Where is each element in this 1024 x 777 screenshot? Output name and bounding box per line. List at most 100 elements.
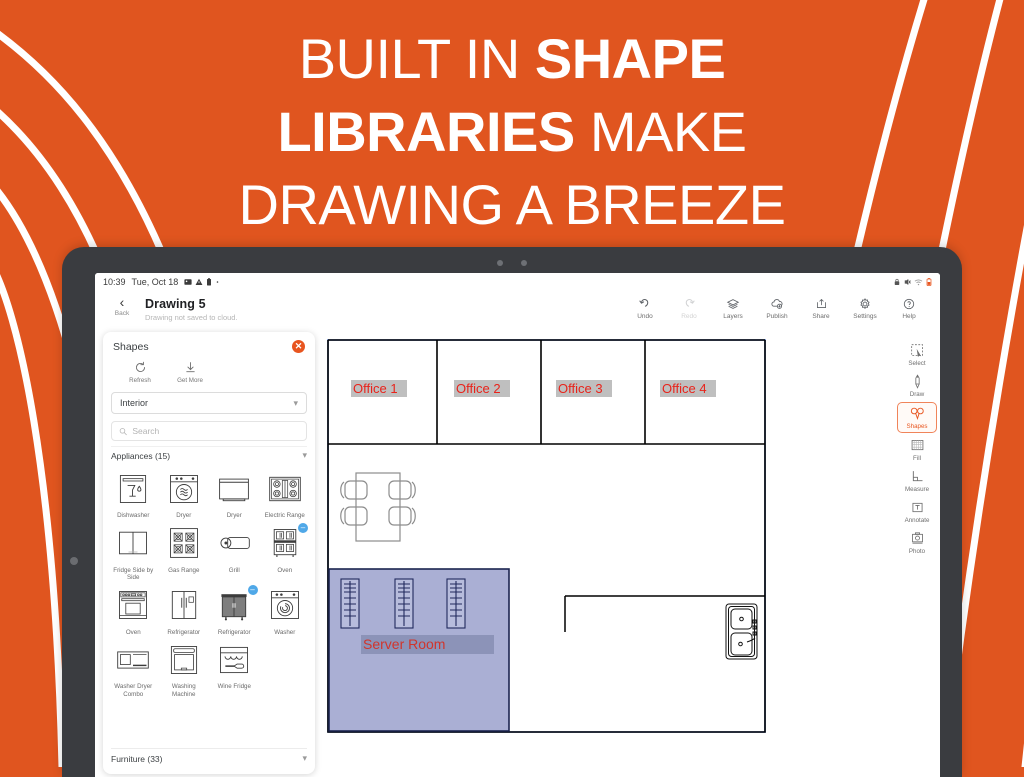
shape-item-grill[interactable]: Grill	[210, 521, 259, 582]
category-furniture[interactable]: Furniture (33) ▾	[111, 748, 307, 768]
shapes-panel-title: Shapes	[113, 340, 149, 353]
get-more-button[interactable]: Get More	[167, 361, 213, 384]
shape-item-dishwasher[interactable]: Dishwasher	[109, 466, 158, 520]
screenshot-icon	[184, 278, 192, 285]
redo-icon	[685, 298, 695, 307]
dishwasher-icon	[111, 466, 156, 511]
shape-label: Oven	[277, 566, 293, 574]
tool-draw-label: Draw	[909, 391, 925, 398]
shape-label: Grill	[228, 566, 240, 574]
shape-item-washer-dryer-combo[interactable]: Washer Dryer Combo	[109, 637, 158, 698]
undo-button[interactable]: Undo	[624, 296, 666, 320]
shapes-panel: Shapes ✕ Refresh Get More Interior ▾ Sea…	[103, 332, 315, 774]
shape-item-dryer-flat[interactable]: Dryer	[210, 466, 259, 520]
office-4-label: Office 4	[662, 381, 707, 396]
library-select[interactable]: Interior ▾	[111, 392, 307, 414]
app-header-toolbar: Undo Redo Layers Publish Share Settings …	[624, 294, 930, 320]
shape-label: Dishwasher	[117, 512, 150, 519]
device-side-button[interactable]	[70, 557, 78, 565]
search-input[interactable]	[132, 426, 299, 436]
refresh-icon	[135, 361, 145, 372]
download-badge-icon[interactable]: –	[298, 522, 308, 533]
shape-item-washer[interactable]: Washer	[261, 583, 310, 637]
battery-saver-icon	[207, 277, 212, 286]
status-time: 10:39	[103, 276, 126, 287]
shape-label: Oven	[125, 628, 141, 636]
settings-label: Settings	[853, 313, 877, 320]
gear-icon	[860, 297, 870, 309]
dryer-icon	[161, 466, 206, 511]
settings-button[interactable]: Settings	[844, 296, 886, 320]
help-icon	[903, 298, 915, 309]
tool-measure[interactable]: Measure	[897, 466, 937, 495]
shape-item-oven-range[interactable]: Oven	[109, 583, 158, 637]
double-sink[interactable]	[725, 603, 758, 660]
server-room-label-group[interactable]: Server Room	[361, 635, 494, 654]
tool-annotate[interactable]: Annotate	[897, 497, 937, 526]
warning-icon	[195, 278, 203, 285]
shape-item-dryer[interactable]: Dryer	[160, 466, 209, 520]
redo-button[interactable]: Redo	[668, 296, 710, 320]
shape-item-electric-range[interactable]: Electric Range	[261, 466, 310, 520]
office-label-2[interactable]: Office 2	[454, 380, 510, 397]
shape-label: Wine Fridge	[217, 683, 251, 690]
shape-label: Fridge Side by Side	[113, 566, 154, 582]
tool-select[interactable]: Select	[897, 340, 937, 369]
shape-item-wine-fridge[interactable]: Wine Fridge	[210, 637, 259, 698]
get-more-label: Get More	[177, 377, 203, 384]
washer-icon	[262, 583, 307, 628]
headline-line-3: DRAWING A BREEZE	[238, 173, 786, 236]
office-label-3[interactable]: Office 3	[556, 380, 612, 397]
office-2-label: Office 2	[456, 381, 501, 396]
wifi-icon	[914, 278, 923, 285]
category-furniture-label: Furniture (33)	[111, 753, 163, 764]
shape-label: Dryer	[226, 512, 242, 519]
status-date: Tue, Oct 18	[131, 276, 179, 287]
drawing-canvas[interactable]: Office 1 Office 2 Office 3 Office 4 Serv…	[323, 332, 885, 777]
headline-line-2-bold: LIBRARIES	[277, 100, 575, 163]
shape-item-oven[interactable]: – Oven	[261, 521, 310, 582]
office-1-label: Office 1	[353, 381, 398, 396]
server-rack-2[interactable]	[394, 578, 414, 629]
dot-icon	[216, 280, 219, 283]
download-badge-icon[interactable]: –	[247, 584, 258, 595]
office-label-1[interactable]: Office 1	[351, 380, 407, 397]
shape-label: Electric Range	[264, 512, 305, 519]
help-button[interactable]: Help	[888, 296, 930, 320]
shape-label: Refrigerator	[217, 628, 251, 636]
share-label: Share	[812, 313, 830, 320]
office-label-4[interactable]: Office 4	[660, 380, 716, 397]
conference-table-4-chairs[interactable]	[340, 472, 416, 542]
chevron-down-icon: ▾	[293, 397, 298, 408]
share-button[interactable]: Share	[800, 296, 842, 320]
shape-item-refrigerator[interactable]: Refrigerator	[160, 583, 209, 637]
tool-shapes[interactable]: Shapes	[897, 402, 937, 433]
washer-dryer-combo-icon	[111, 637, 156, 682]
server-rack-1[interactable]	[340, 578, 360, 629]
shape-item-washing-machine[interactable]: Washing Machine	[160, 637, 209, 698]
shape-item-fridge-side-by-side[interactable]: Fridge Side by Side	[109, 521, 158, 582]
shapes-panel-header: Shapes ✕	[103, 332, 315, 355]
shape-item-gas-range[interactable]: Gas Range	[160, 521, 209, 582]
search-input-wrap[interactable]	[111, 421, 307, 441]
tool-draw[interactable]: Draw	[897, 371, 937, 400]
chevron-down-icon: ▾	[302, 753, 307, 763]
close-icon[interactable]: ✕	[292, 340, 305, 353]
oven-range-icon	[111, 583, 156, 628]
server-rack-3[interactable]	[446, 578, 466, 629]
publish-button[interactable]: Publish	[756, 296, 798, 320]
tool-fill[interactable]: Fill	[897, 435, 937, 464]
floor-plan[interactable]: Office 1 Office 2 Office 3 Office 4 Serv…	[323, 332, 885, 777]
shape-item-refrigerator-filled[interactable]: – Refrigerator	[210, 583, 259, 637]
document-info: Drawing 5 Drawing not saved to cloud.	[145, 294, 238, 322]
tool-photo[interactable]: Photo	[897, 528, 937, 557]
shape-label: Gas Range	[168, 566, 200, 574]
back-button[interactable]: ‹ Back	[105, 294, 139, 317]
tool-annotate-label: Annotate	[904, 517, 930, 524]
shapes-panel-actions: Refresh Get More	[103, 355, 315, 388]
category-appliances[interactable]: Appliances (15) ▾	[111, 446, 307, 464]
layers-button[interactable]: Layers	[712, 296, 754, 320]
annotate-icon	[912, 502, 922, 513]
draw-pen-icon	[914, 374, 920, 389]
refresh-button[interactable]: Refresh	[117, 361, 163, 384]
